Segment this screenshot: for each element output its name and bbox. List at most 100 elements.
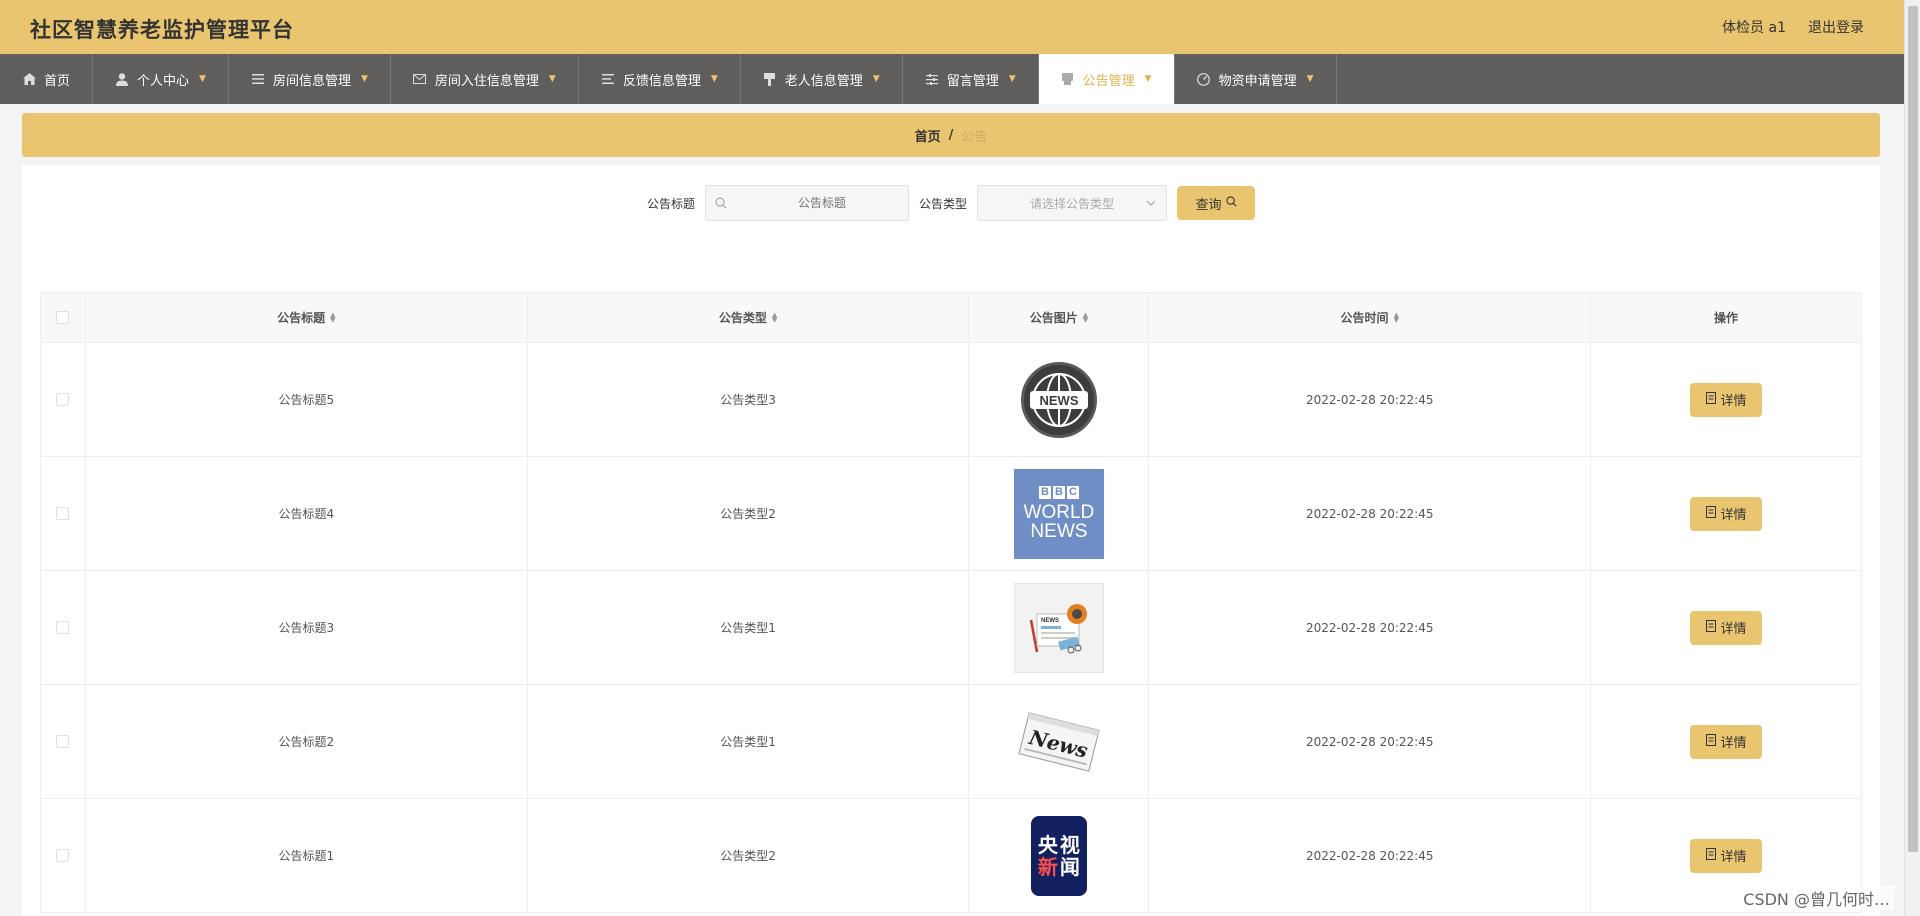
row-checkbox[interactable]	[56, 393, 70, 406]
type-select[interactable]: 请选择公告类型	[977, 185, 1168, 221]
nav-item-notice[interactable]: 公告管理 ▼	[1038, 54, 1175, 104]
cctv-news-logo: 央 视 新 闻	[1030, 815, 1087, 896]
cctv-char: 新	[1037, 854, 1058, 879]
row-checkbox[interactable]	[56, 621, 70, 634]
mail-icon	[413, 72, 427, 86]
document-icon	[1705, 391, 1716, 408]
chevron-down-icon: ▼	[199, 74, 206, 84]
list-icon	[251, 72, 265, 86]
detail-button-label: 详情	[1720, 394, 1747, 409]
nav-item-home[interactable]: 首页	[0, 54, 94, 104]
nav-item-feedback[interactable]: 反馈信息管理 ▼	[579, 54, 741, 104]
row-operation: 详情	[1591, 571, 1862, 684]
sliders-icon	[925, 72, 939, 86]
news-paper-image[interactable]: News	[1014, 697, 1104, 787]
nav-item-personal-center[interactable]: 个人中心 ▼	[93, 54, 229, 104]
document-icon	[1705, 847, 1716, 864]
header-operation: 操作	[1591, 293, 1862, 342]
scrollbar-thumb[interactable]	[1908, 6, 1918, 852]
user-icon	[115, 72, 129, 86]
select-all-checkbox[interactable]	[56, 311, 70, 324]
gauge-icon	[1197, 72, 1211, 86]
vertical-scrollbar[interactable]	[1904, 0, 1920, 916]
paper-news-label: NEWS	[1041, 618, 1059, 624]
sort-icon[interactable]: ▲ ▼	[772, 311, 777, 323]
cctv-char: 央	[1037, 832, 1058, 857]
nav-label: 公告管理	[1082, 73, 1135, 89]
header-title-label: 公告标题	[277, 311, 326, 325]
breadcrumb: 首页 / 公告	[22, 113, 1880, 157]
header-time[interactable]: 公告时间 ▲ ▼	[1149, 293, 1592, 342]
table-row: 公告标题2 公告类型1 News 2022-02-28 20:22:45 详情	[41, 685, 1862, 799]
bbc-world-news-image[interactable]: B B C WORLD NEWS	[1013, 468, 1104, 559]
row-checkbox-cell	[41, 571, 86, 684]
sort-icon[interactable]: ▲ ▼	[1394, 311, 1399, 323]
row-title: 公告标题1	[86, 799, 528, 912]
query-button[interactable]: 查询	[1177, 186, 1256, 220]
row-checkbox[interactable]	[56, 849, 70, 862]
cctv-news-image[interactable]: 央 视 新 闻	[1014, 811, 1104, 901]
globe-news-text: NEWS	[1039, 393, 1078, 408]
breadcrumb-current: 公告	[961, 129, 988, 145]
document-icon	[1705, 733, 1716, 750]
nav-item-elder-info[interactable]: 老人信息管理 ▼	[741, 54, 903, 104]
app-title: 社区智慧养老监护管理平台	[30, 18, 294, 42]
nav-label: 首页	[44, 73, 71, 89]
nav-item-room-checkin[interactable]: 房间入住信息管理 ▼	[391, 54, 579, 104]
row-checkbox[interactable]	[56, 507, 70, 520]
header-image-label: 公告图片	[1029, 311, 1078, 325]
row-operation: 详情	[1591, 343, 1862, 456]
main-nav: 首页 个人中心 ▼ 房间信息管理 ▼ 房间入住信息管理 ▼ 反馈信息管理 ▼ 老…	[0, 54, 1904, 104]
cctv-char: 视	[1059, 832, 1080, 857]
title-search-input[interactable]	[706, 186, 908, 220]
detail-button[interactable]: 详情	[1690, 382, 1763, 417]
newspaper-illustration-image[interactable]: NEWS	[1013, 582, 1104, 673]
row-operation: 详情	[1591, 685, 1862, 798]
bbc-line-1: WORLD	[1023, 502, 1095, 523]
row-checkbox-cell	[41, 799, 86, 912]
query-button-label: 查询	[1195, 197, 1222, 213]
header-image[interactable]: 公告图片 ▲ ▼	[969, 293, 1150, 342]
detail-button[interactable]: 详情	[1690, 610, 1763, 645]
detail-button-label: 详情	[1720, 736, 1747, 751]
nav-item-messages[interactable]: 留言管理 ▼	[903, 54, 1039, 104]
row-checkbox-cell	[41, 457, 86, 570]
nav-label: 房间入住信息管理	[434, 73, 539, 89]
home-icon	[22, 72, 36, 86]
header-title[interactable]: 公告标题 ▲ ▼	[86, 293, 528, 342]
row-image-cell: B B C WORLD NEWS	[969, 457, 1150, 570]
breadcrumb-home[interactable]: 首页	[915, 126, 941, 145]
notice-table: 公告标题 ▲ ▼ 公告类型 ▲ ▼ 公告图片 ▲ ▼ 公告时间 ▲ ▼ 操作 公告标题5	[40, 292, 1862, 913]
search-form: 公告标题 公告类型 请选择公告类型 查询	[22, 185, 1880, 221]
row-image-cell: NEWS	[969, 571, 1150, 684]
detail-button[interactable]: 详情	[1690, 724, 1763, 759]
top-header: 社区智慧养老监护管理平台 体检员 a1 退出登录	[0, 0, 1904, 54]
type-select-placeholder: 请选择公告类型	[1030, 196, 1115, 211]
row-checkbox[interactable]	[56, 735, 70, 748]
news-globe-badge: NEWS	[1020, 361, 1097, 438]
title-filter-label: 公告标题	[646, 196, 695, 211]
nav-item-supply-request[interactable]: 物资申请管理 ▼	[1175, 54, 1337, 104]
logout-link[interactable]: 退出登录	[1808, 17, 1864, 37]
bbc-line-2: NEWS	[1030, 521, 1088, 542]
detail-button-label: 详情	[1720, 622, 1747, 637]
sort-icon[interactable]: ▲ ▼	[1083, 311, 1088, 323]
row-type: 公告类型2	[528, 799, 970, 912]
nav-label: 老人信息管理	[784, 73, 863, 89]
detail-button[interactable]: 详情	[1690, 838, 1763, 873]
row-image-cell: 央 视 新 闻	[969, 799, 1150, 912]
news-globe-image[interactable]: NEWS	[1014, 355, 1104, 445]
header-type[interactable]: 公告类型 ▲ ▼	[528, 293, 970, 342]
row-type: 公告类型3	[528, 343, 970, 456]
nav-label: 反馈信息管理	[622, 73, 701, 89]
row-title: 公告标题2	[86, 685, 528, 798]
sort-icon[interactable]: ▲ ▼	[330, 311, 335, 323]
detail-button[interactable]: 详情	[1690, 496, 1763, 531]
row-time: 2022-02-28 20:22:45	[1149, 685, 1592, 798]
row-time: 2022-02-28 20:22:45	[1149, 799, 1592, 912]
search-icon	[1225, 195, 1237, 211]
notice-icon	[1061, 72, 1075, 86]
nav-item-room-info[interactable]: 房间信息管理 ▼	[229, 54, 391, 104]
user-name[interactable]: 体检员 a1	[1722, 17, 1786, 37]
document-icon	[1705, 505, 1716, 522]
